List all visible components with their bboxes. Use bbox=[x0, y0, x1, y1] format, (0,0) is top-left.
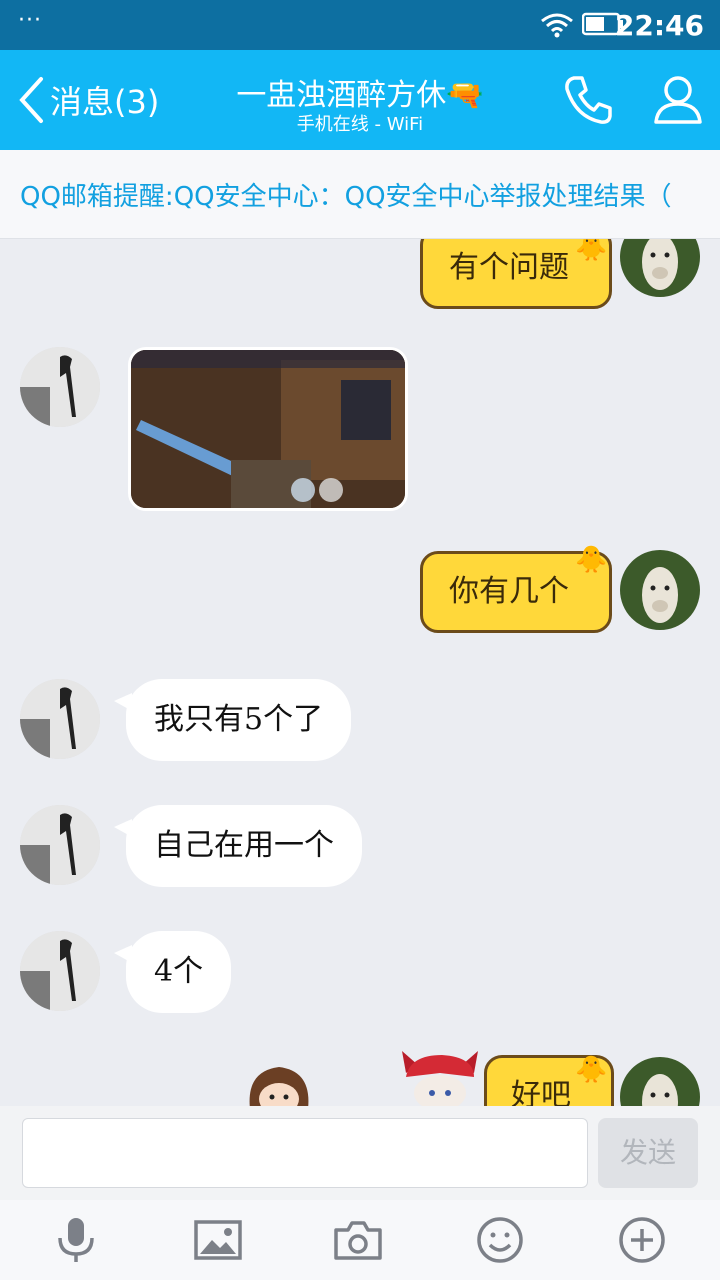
message-bubble-in[interactable]: 我只有5个了 bbox=[113, 679, 352, 761]
wifi-icon bbox=[541, 13, 573, 38]
camera-icon[interactable] bbox=[332, 1214, 384, 1266]
game-screenshot-icon bbox=[131, 350, 405, 508]
my-avatar[interactable] bbox=[620, 550, 700, 630]
status-bar: ··· 22:46 bbox=[0, 0, 720, 50]
message-bubble-in[interactable]: 4个 bbox=[113, 931, 232, 1013]
input-toolbar bbox=[0, 1200, 720, 1280]
chick-decoration-icon: 🐥 bbox=[575, 1055, 608, 1085]
girl-pendant-sticker-icon bbox=[249, 1067, 309, 1106]
notice-text: QQ邮箱提醒:QQ安全中心：QQ安全中心举报处理结果（ bbox=[20, 182, 672, 212]
message-bubble-in[interactable]: 自己在用一个 bbox=[114, 805, 362, 887]
mail-notice-banner[interactable]: QQ邮箱提醒:QQ安全中心：QQ安全中心举报处理结果（ bbox=[0, 150, 720, 239]
alpaca-icon bbox=[642, 567, 678, 623]
message-list[interactable]: 有个问题 🐥 你有几个 🐥 我只有5个了 自己在用一个 4个 好吧 🐥 bbox=[0, 239, 720, 1106]
message-input[interactable] bbox=[22, 1118, 588, 1188]
friend-avatar[interactable] bbox=[20, 347, 100, 427]
plus-icon[interactable] bbox=[616, 1214, 668, 1266]
my-avatar[interactable] bbox=[620, 1057, 700, 1106]
friend-photo-icon bbox=[20, 931, 100, 1011]
send-button[interactable]: 发送 bbox=[598, 1118, 698, 1188]
my-avatar[interactable] bbox=[620, 239, 700, 297]
alpaca-icon bbox=[642, 1074, 678, 1106]
alpaca-icon bbox=[642, 239, 678, 290]
image-icon[interactable] bbox=[192, 1214, 244, 1266]
friend-photo-icon bbox=[20, 679, 100, 759]
input-bar: 发送 bbox=[0, 1106, 720, 1200]
emoji-icon[interactable] bbox=[474, 1214, 526, 1266]
chick-decoration-icon: 🐥 bbox=[575, 545, 608, 575]
image-message[interactable] bbox=[128, 347, 408, 511]
microphone-icon[interactable] bbox=[50, 1214, 102, 1266]
chat-header: 消息(3) 一盅浊酒醉方休🔫 手机在线 - WiFi bbox=[0, 50, 720, 150]
friend-avatar[interactable] bbox=[20, 931, 100, 1011]
friend-avatar[interactable] bbox=[20, 805, 100, 885]
profile-icon[interactable] bbox=[650, 72, 706, 128]
notification-dots: ··· bbox=[18, 8, 42, 33]
clock: 22:46 bbox=[614, 9, 704, 42]
chick-decoration-icon: 🐥 bbox=[575, 239, 608, 263]
devil-boy-pendant-sticker-icon bbox=[402, 1051, 478, 1106]
friend-photo-icon bbox=[20, 347, 100, 427]
friend-photo-icon bbox=[20, 805, 100, 885]
friend-avatar[interactable] bbox=[20, 679, 100, 759]
phone-call-icon[interactable] bbox=[560, 72, 616, 128]
